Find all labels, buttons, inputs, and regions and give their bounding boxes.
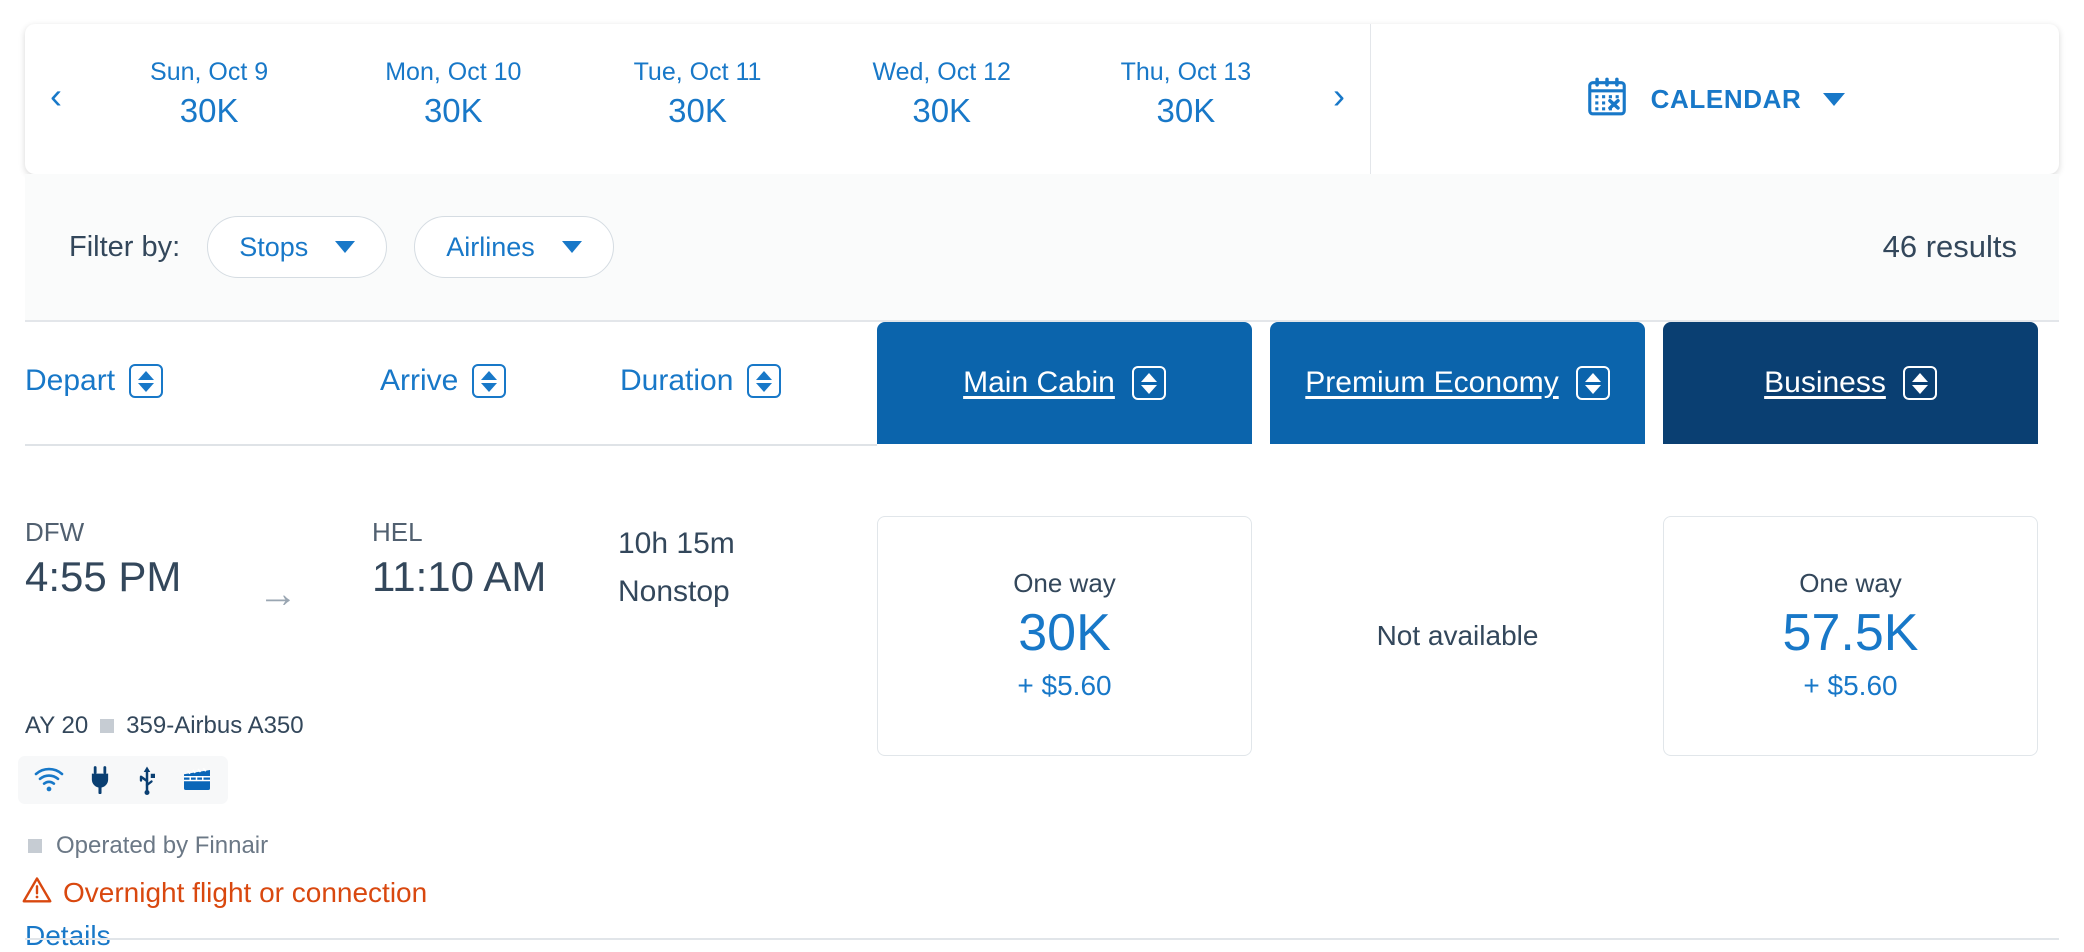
date-tab-label: Tue, Oct 11 [633,57,762,86]
calendar-dropdown-button[interactable]: CALENDAR [1371,24,2059,174]
filter-stops-label: Stops [239,231,309,262]
fare-tax-amount: + $5.60 [1803,669,1898,701]
results-count: 46 results [1882,229,2017,264]
amenities-list [18,756,228,804]
entertainment-icon [182,767,212,793]
row-divider [25,938,2059,940]
date-tab-price: 30K [179,92,239,130]
warning-triangle-icon [22,876,52,909]
sort-toggle-icon [129,364,164,398]
flight-stops: Nonstop [618,575,730,608]
sort-toggle-icon [747,364,782,398]
sort-toggle-icon [1575,366,1610,400]
chevron-down-icon [561,241,582,253]
date-tab-price: 30K [668,92,727,130]
calendar-button-label: CALENDAR [1650,83,1802,114]
usb-port-icon [136,765,158,795]
date-tab-label: Mon, Oct 10 [385,57,522,86]
date-tabs-list: Sun, Oct 9 30K Mon, Oct 10 30K Tue, Oct … [87,24,1308,182]
wifi-icon [34,767,64,793]
date-strip-card: ‹ Sun, Oct 9 30K Mon, Oct 10 30K Tue, Oc… [25,24,2059,182]
fare-miles-amount: 57.5K [1782,603,1919,662]
date-tab-thu-oct-13[interactable]: Thu, Oct 13 30K [1064,24,1308,174]
aircraft-type: 359-Airbus A350 [126,712,304,739]
flight-number: AY 20 [25,712,89,739]
arrive-time: 11:10 AM [372,552,547,600]
chevron-down-icon [335,241,356,253]
date-tab-price: 30K [912,92,972,130]
date-tab-price: 30K [1156,92,1216,130]
flight-search-results-page: ‹ Sun, Oct 9 30K Mon, Oct 10 30K Tue, Oc… [0,0,2084,952]
sort-duration-button[interactable]: Duration [620,364,782,398]
sort-toggle-icon [1131,366,1166,400]
depart-segment: DFW 4:55 PM [25,516,181,603]
fare-type-label: One way [1799,567,1902,598]
depart-airport-code: DFW [25,517,85,547]
column-header-premium-economy: Premium Economy [1305,366,1559,399]
column-header-main-cabin: Main Cabin [963,366,1115,399]
fare-tax-amount: + $5.60 [1017,669,1112,701]
fare-card-main-cabin[interactable]: One way 30K + $5.60 [877,516,1252,756]
sort-premium-economy-button[interactable]: Premium Economy [1270,322,1645,444]
date-tab-wed-oct-12[interactable]: Wed, Oct 12 30K [820,24,1064,174]
flight-meta: AY 20 359-Airbus A350 [25,712,304,740]
previous-dates-button[interactable]: ‹ [25,78,87,120]
column-header-depart: Depart [25,364,116,397]
sort-toggle-icon [1902,366,1937,400]
column-header-duration: Duration [620,364,734,397]
date-tab-label: Sun, Oct 9 [150,57,269,86]
filter-airlines-button[interactable]: Airlines [414,216,614,278]
arrive-segment: HEL 11:10 AM [372,516,546,603]
sort-arrive-button[interactable]: Arrive [380,364,507,398]
column-header-arrive: Arrive [380,364,459,397]
column-header-business: Business [1764,366,1886,399]
sort-main-cabin-button[interactable]: Main Cabin [877,322,1252,444]
date-strip-scroller: ‹ Sun, Oct 9 30K Mon, Oct 10 30K Tue, Oc… [25,24,1370,182]
power-outlet-icon [88,766,112,794]
operated-by-text: Operated by Finnair [56,832,269,859]
filter-by-label: Filter by: [69,230,181,263]
table-header-row: Depart Arrive Duration Main Cabin Premiu… [0,322,2084,454]
chevron-left-icon: ‹ [50,75,62,116]
filter-stops-button[interactable]: Stops [207,216,388,278]
table-row: DFW 4:55 PM → HEL 11:10 AM 10h 15m Nonst… [0,454,2084,951]
sort-toggle-icon [472,364,507,398]
flight-duration: 10h 15m [618,527,735,560]
chevron-down-icon [1823,92,1846,106]
sort-depart-button[interactable]: Depart [25,364,164,398]
operated-by: Operated by Finnair [28,832,268,860]
fare-card-business[interactable]: One way 57.5K + $5.60 [1663,516,2038,756]
date-tab-sun-oct-9[interactable]: Sun, Oct 9 30K [87,24,331,174]
date-tab-mon-oct-10[interactable]: Mon, Oct 10 30K [331,24,575,174]
chevron-right-icon: › [1333,75,1345,116]
filter-bar: Filter by: Stops Airlines 46 results [25,174,2059,322]
flight-results-table: Depart Arrive Duration Main Cabin Premiu… [0,322,2084,951]
fare-type-label: One way [1013,567,1116,598]
calendar-icon [1585,75,1629,124]
separator-square-icon [28,839,42,853]
flight-direction-arrow-icon: → [258,572,298,616]
date-tab-label: Wed, Oct 12 [872,57,1011,86]
arrive-airport-code: HEL [372,517,423,547]
details-link[interactable]: Details [25,920,111,952]
date-tab-label: Thu, Oct 13 [1120,57,1252,86]
date-tab-price: 30K [423,92,483,130]
next-dates-button[interactable]: › [1308,78,1370,120]
overnight-warning-text: Overnight flight or connection [63,876,428,908]
duration-segment: 10h 15m Nonstop [618,520,735,616]
separator-square-icon [100,719,115,733]
depart-time: 4:55 PM [25,552,182,600]
fare-unavailable-premium-economy: Not available [1376,620,1539,651]
overnight-warning: Overnight flight or connection [22,876,427,909]
sort-business-button[interactable]: Business [1663,322,2038,444]
filter-airlines-label: Airlines [446,231,535,262]
header-underline-rule [25,444,877,446]
date-tab-tue-oct-11[interactable]: Tue, Oct 11 30K [575,24,820,182]
fare-miles-amount: 30K [1018,603,1111,662]
